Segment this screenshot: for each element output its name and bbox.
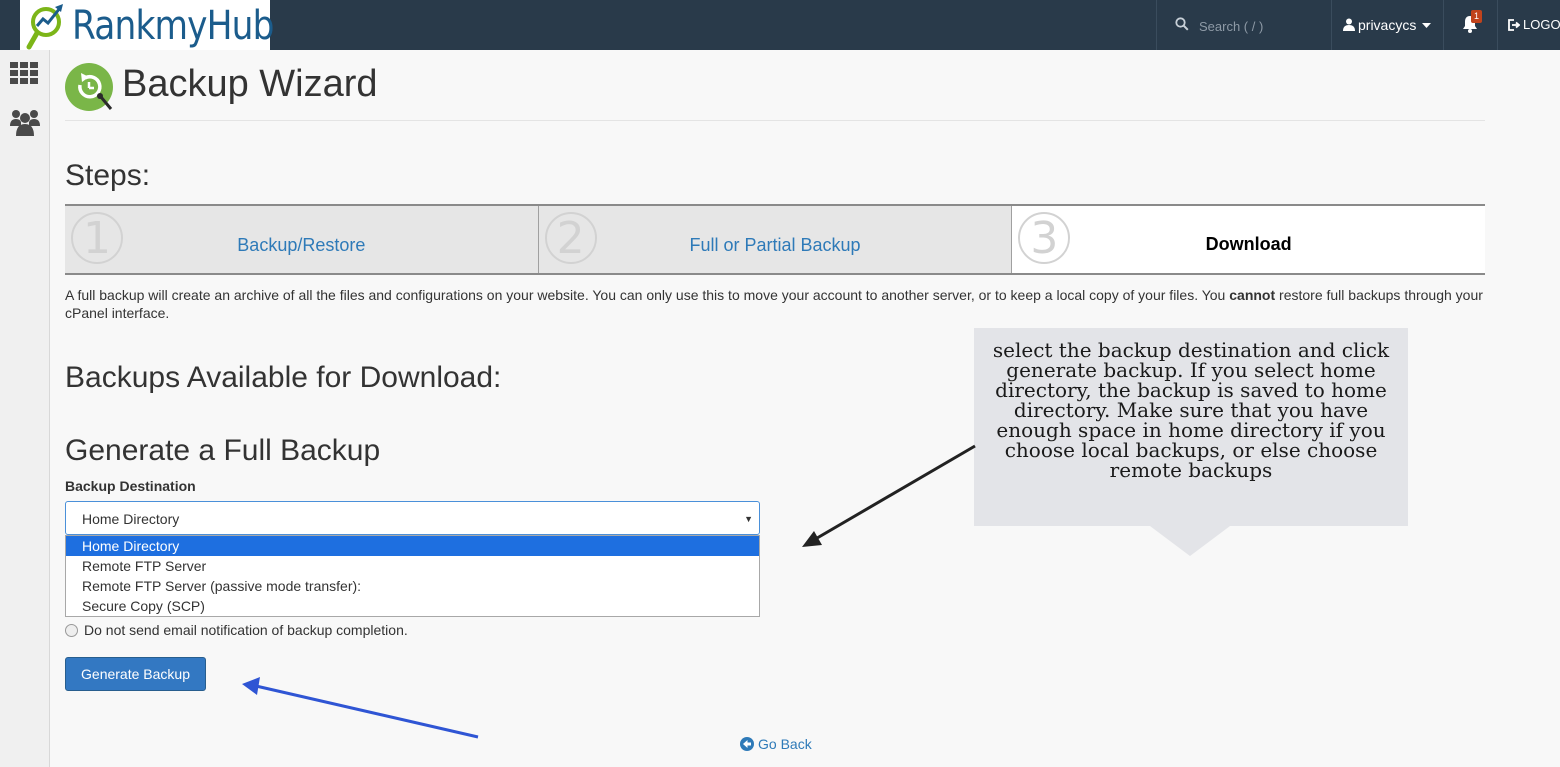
blue-annotation-arrow <box>255 684 479 739</box>
black-arrowhead <box>802 531 822 547</box>
blue-arrowhead <box>242 677 260 695</box>
black-annotation-arrow <box>811 444 976 543</box>
annotation-arrows <box>242 444 976 739</box>
